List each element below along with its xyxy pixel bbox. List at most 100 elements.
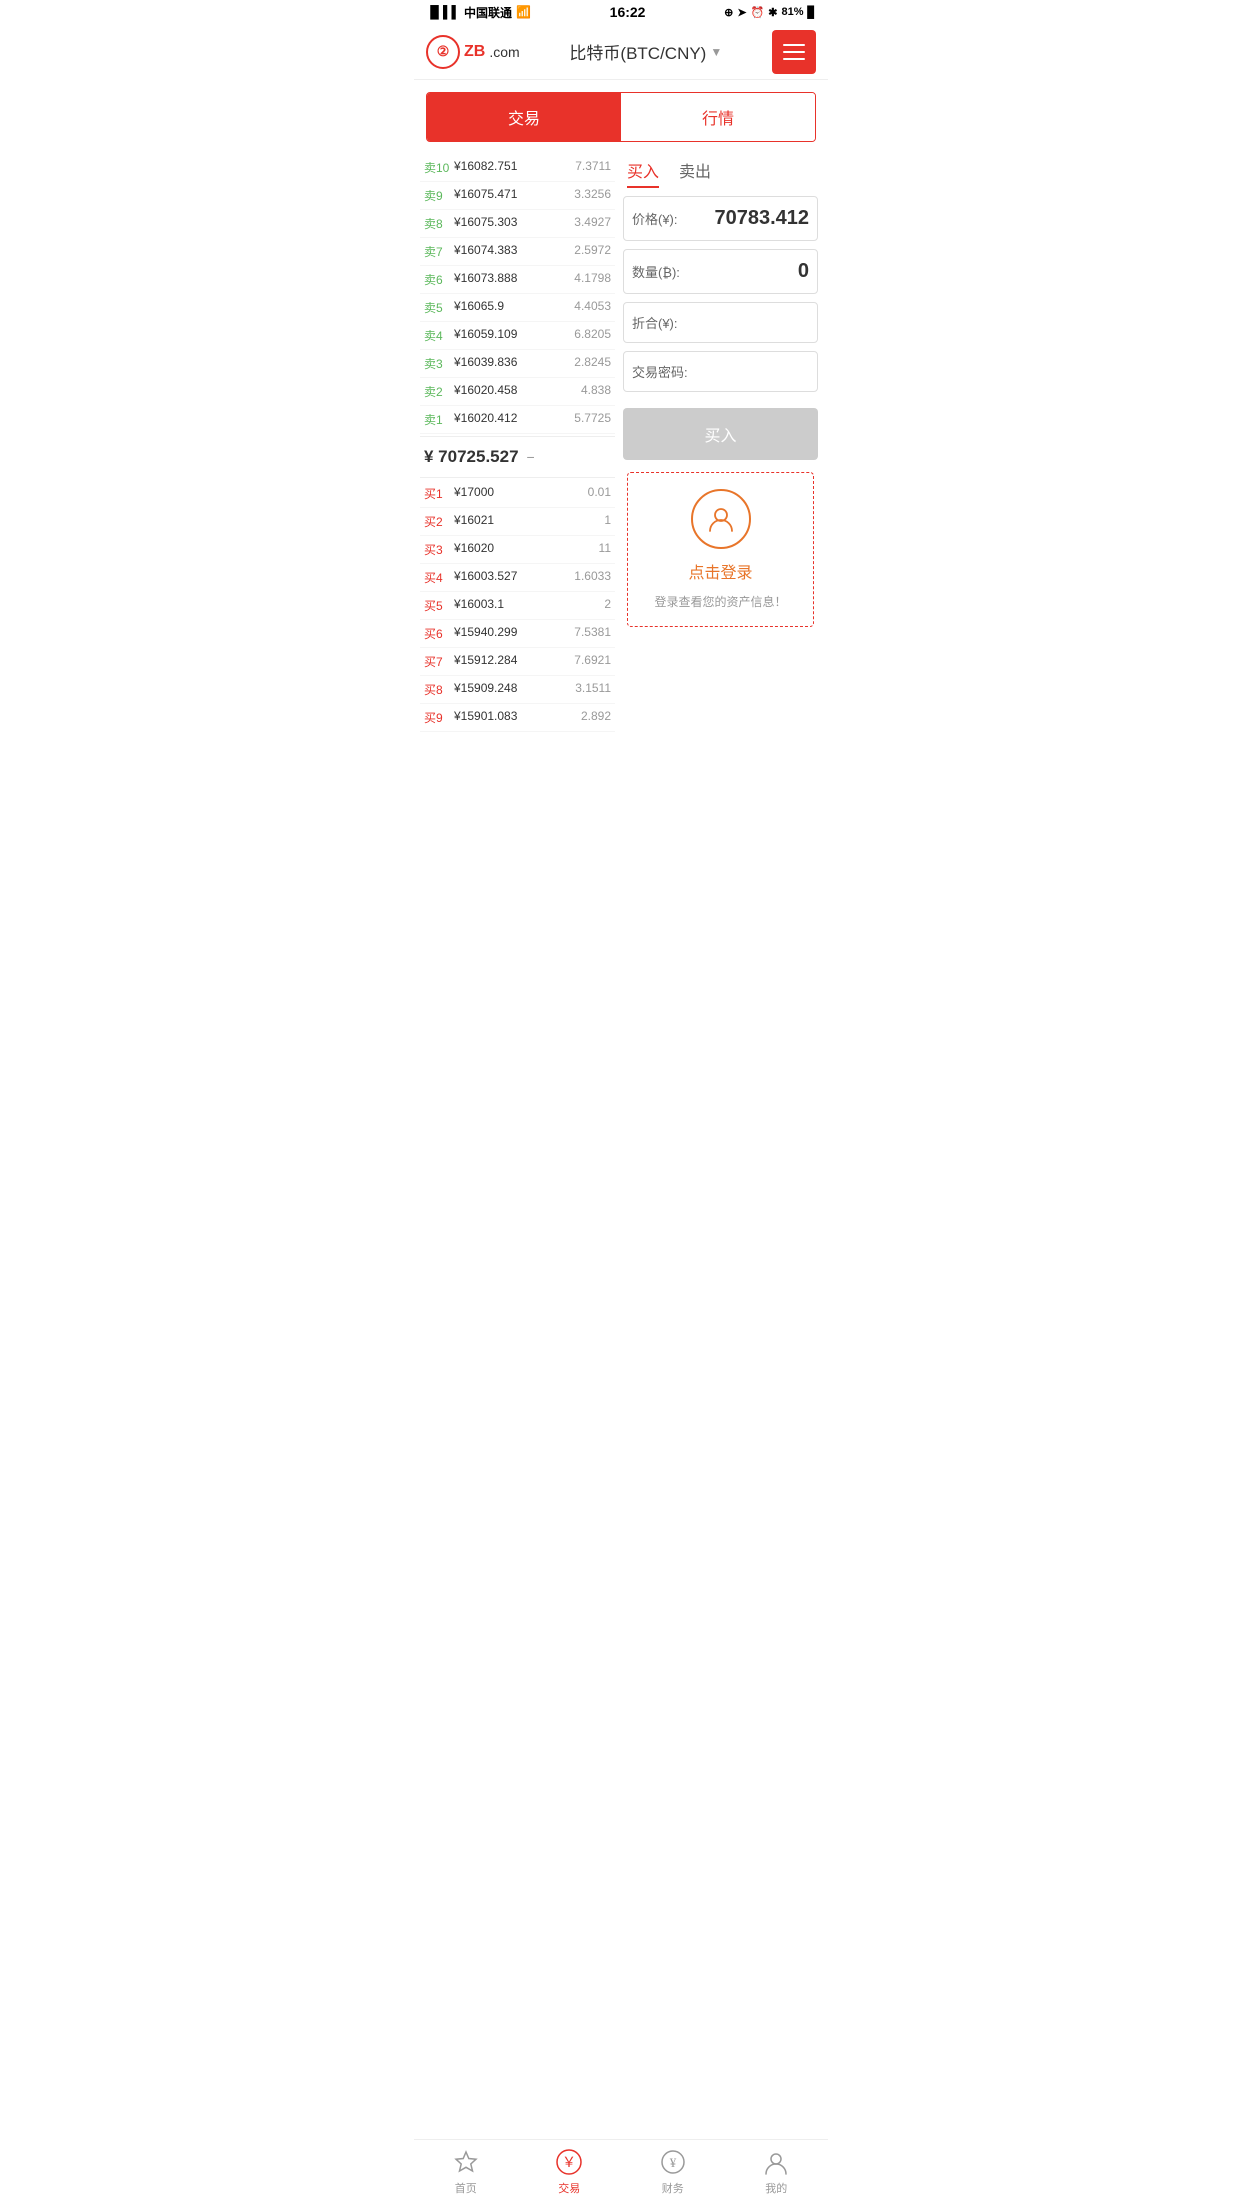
sell-order-list: 卖10 ¥16082.751 7.3711 卖9 ¥16075.471 3.32… bbox=[420, 154, 615, 434]
current-price-row: ¥ 70725.527 − bbox=[420, 436, 615, 478]
buy-price: ¥15909.248 bbox=[452, 681, 575, 698]
buy-qty: 11 bbox=[599, 541, 611, 558]
sell-qty: 7.3711 bbox=[575, 159, 611, 176]
yuan-icon: ￥ bbox=[555, 2148, 583, 2176]
bluetooth-icon: ✱ bbox=[768, 6, 777, 19]
sell-qty: 3.3256 bbox=[574, 187, 611, 204]
sell-order-row[interactable]: 卖4 ¥16059.109 6.8205 bbox=[420, 322, 615, 350]
buy-label: 买7 bbox=[424, 653, 452, 670]
nav-home[interactable]: 首页 bbox=[452, 2148, 480, 2196]
tab-sell[interactable]: 卖出 bbox=[679, 158, 711, 188]
buy-qty: 7.6921 bbox=[574, 653, 611, 670]
sell-label: 卖4 bbox=[424, 327, 452, 344]
buy-price: ¥16003.1 bbox=[452, 597, 604, 614]
tab-buy[interactable]: 买入 bbox=[627, 158, 659, 188]
main-tab-bar: 交易 行情 bbox=[426, 92, 816, 142]
menu-button[interactable] bbox=[772, 30, 816, 74]
nav-profile[interactable]: 我的 bbox=[762, 2148, 790, 2196]
sell-order-row[interactable]: 卖3 ¥16039.836 2.8245 bbox=[420, 350, 615, 378]
login-box[interactable]: 点击登录 登录查看您的资产信息！ bbox=[627, 472, 814, 627]
sell-qty: 3.4927 bbox=[574, 215, 611, 232]
buy-price: ¥16020 bbox=[452, 541, 599, 558]
buy-price: ¥17000 bbox=[452, 485, 588, 502]
buy-order-row[interactable]: 买7 ¥15912.284 7.6921 bbox=[420, 648, 615, 676]
sell-label: 卖5 bbox=[424, 299, 452, 316]
battery-icon: ▊ bbox=[808, 6, 816, 19]
nav-trade-label: 交易 bbox=[558, 2180, 580, 2196]
price-field[interactable]: 价格(¥): 70783.412 bbox=[623, 196, 818, 241]
header-title[interactable]: 比特币(BTC/CNY) ▼ bbox=[569, 39, 722, 64]
sell-order-row[interactable]: 卖2 ¥16020.458 4.838 bbox=[420, 378, 615, 406]
qty-label: 数量(₿): bbox=[632, 262, 680, 281]
sell-order-row[interactable]: 卖10 ¥16082.751 7.3711 bbox=[420, 154, 615, 182]
buy-label: 买8 bbox=[424, 681, 452, 698]
buy-price: ¥15901.083 bbox=[452, 709, 581, 726]
sell-order-row[interactable]: 卖8 ¥16075.303 3.4927 bbox=[420, 210, 615, 238]
sell-price: ¥16075.303 bbox=[452, 215, 574, 232]
wifi-icon: 📶 bbox=[516, 5, 531, 19]
buy-order-row[interactable]: 买3 ¥16020 11 bbox=[420, 536, 615, 564]
logo-text: ZB bbox=[464, 43, 485, 61]
price-label: 价格(¥): bbox=[632, 209, 678, 228]
buy-order-list: 买1 ¥17000 0.01 买2 ¥16021 1 买3 ¥16020 11 … bbox=[420, 480, 615, 732]
login-text[interactable]: 点击登录 bbox=[688, 559, 752, 583]
buy-order-row[interactable]: 买2 ¥16021 1 bbox=[420, 508, 615, 536]
sell-price: ¥16082.751 bbox=[452, 159, 575, 176]
sell-order-row[interactable]: 卖6 ¥16073.888 4.1798 bbox=[420, 266, 615, 294]
buy-price: ¥16003.527 bbox=[452, 569, 574, 586]
tab-market[interactable]: 行情 bbox=[621, 93, 815, 141]
sell-price: ¥16073.888 bbox=[452, 271, 574, 288]
login-sub-text: 登录查看您的资产信息！ bbox=[646, 593, 794, 610]
buy-order-row[interactable]: 买9 ¥15901.083 2.892 bbox=[420, 704, 615, 732]
total-field[interactable]: 折合(¥): bbox=[623, 302, 818, 343]
sell-price: ¥16020.412 bbox=[452, 411, 574, 428]
sell-price: ¥16065.9 bbox=[452, 299, 574, 316]
sell-price: ¥16074.383 bbox=[452, 243, 574, 260]
logo-circle: ② bbox=[426, 35, 460, 69]
buy-order-row[interactable]: 买8 ¥15909.248 3.1511 bbox=[420, 676, 615, 704]
nav-trade[interactable]: ￥ 交易 bbox=[555, 2148, 583, 2196]
buy-label: 买2 bbox=[424, 513, 452, 530]
sell-order-row[interactable]: 卖1 ¥16020.412 5.7725 bbox=[420, 406, 615, 434]
buy-label: 买6 bbox=[424, 625, 452, 642]
sell-qty: 6.8205 bbox=[574, 327, 611, 344]
sell-qty: 2.5972 bbox=[574, 243, 611, 260]
buy-qty: 1 bbox=[604, 513, 611, 530]
tab-trade[interactable]: 交易 bbox=[427, 93, 621, 141]
buy-button[interactable]: 买入 bbox=[623, 408, 818, 460]
sell-qty: 2.8245 bbox=[574, 355, 611, 372]
buy-order-row[interactable]: 买5 ¥16003.1 2 bbox=[420, 592, 615, 620]
sell-label: 卖2 bbox=[424, 383, 452, 400]
nav-finance[interactable]: ¥ 财务 bbox=[659, 2148, 687, 2196]
sell-order-row[interactable]: 卖9 ¥16075.471 3.3256 bbox=[420, 182, 615, 210]
login-avatar-icon bbox=[691, 489, 751, 549]
status-bar: ▐▌▌▌ 中国联通 📶 16:22 ⊕ ➤ ⏰ ✱ 81% ▊ bbox=[414, 0, 828, 24]
sell-order-row[interactable]: 卖5 ¥16065.9 4.4053 bbox=[420, 294, 615, 322]
buy-label: 买1 bbox=[424, 485, 452, 502]
buy-price: ¥15912.284 bbox=[452, 653, 574, 670]
password-field[interactable]: 交易密码: bbox=[623, 351, 818, 392]
buy-label: 买9 bbox=[424, 709, 452, 726]
total-label: 折合(¥): bbox=[632, 313, 678, 332]
buy-order-row[interactable]: 买6 ¥15940.299 7.5381 bbox=[420, 620, 615, 648]
nav-finance-label: 财务 bbox=[662, 2180, 684, 2196]
sell-label: 卖3 bbox=[424, 355, 452, 372]
sell-qty: 5.7725 bbox=[574, 411, 611, 428]
user-icon bbox=[762, 2148, 790, 2176]
svg-text:￥: ￥ bbox=[562, 2156, 576, 2171]
bag-icon: ¥ bbox=[659, 2148, 687, 2176]
buy-qty: 1.6033 bbox=[574, 569, 611, 586]
sell-label: 卖7 bbox=[424, 243, 452, 260]
buy-label: 买4 bbox=[424, 569, 452, 586]
buy-order-row[interactable]: 买1 ¥17000 0.01 bbox=[420, 480, 615, 508]
buy-qty: 2.892 bbox=[581, 709, 611, 726]
nav-home-label: 首页 bbox=[455, 2180, 477, 2196]
buy-order-row[interactable]: 买4 ¥16003.527 1.6033 bbox=[420, 564, 615, 592]
sell-price: ¥16059.109 bbox=[452, 327, 574, 344]
qty-field[interactable]: 数量(₿): 0 bbox=[623, 249, 818, 294]
nav-icon: ➤ bbox=[737, 6, 746, 19]
nav-profile-label: 我的 bbox=[765, 2180, 787, 2196]
buy-qty: 0.01 bbox=[588, 485, 611, 502]
sell-label: 卖10 bbox=[424, 159, 452, 176]
sell-order-row[interactable]: 卖7 ¥16074.383 2.5972 bbox=[420, 238, 615, 266]
